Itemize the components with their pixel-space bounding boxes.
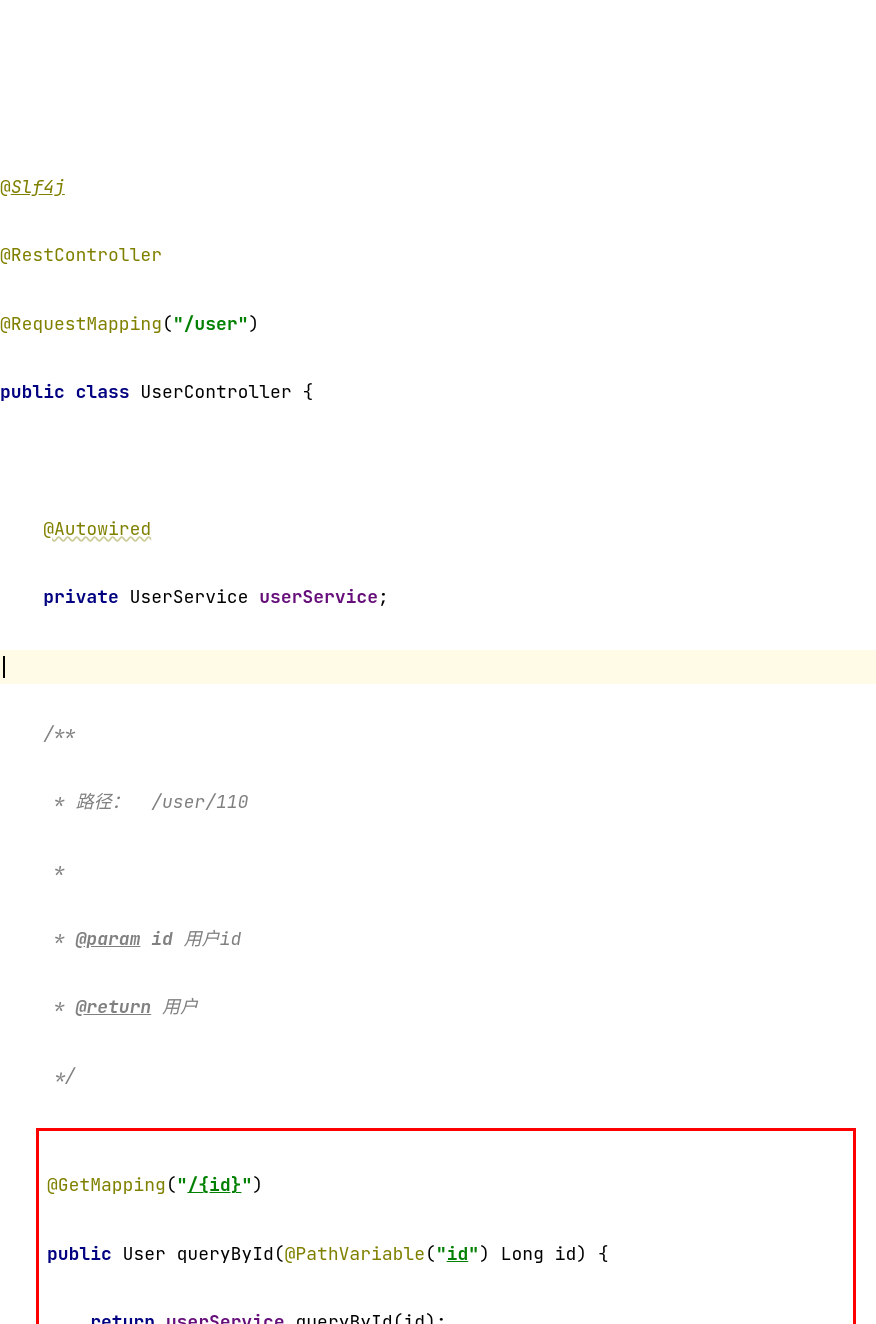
string-id-path: /{id}	[187, 1174, 241, 1197]
code-line: @RestController	[0, 239, 876, 273]
code-line: * @return 用户	[0, 991, 876, 1025]
code-line: @GetMapping("/{id}")	[47, 1169, 849, 1203]
code-line: /**	[0, 718, 876, 752]
code-editor: @Slf4j @RestController @RequestMapping("…	[0, 137, 876, 1324]
code-line: @Autowired	[0, 513, 876, 547]
keyword-return: return	[90, 1311, 155, 1324]
string-user-path: "/user"	[173, 313, 249, 336]
javadoc-start: /**	[0, 723, 76, 746]
annotation-slf4j: Slf4j	[11, 176, 65, 199]
javadoc-path: * 路径： /user/110	[0, 791, 248, 814]
code-line: */	[0, 1060, 876, 1094]
code-line: * 路径： /user/110	[0, 786, 876, 820]
code-line: @Slf4j	[0, 171, 876, 205]
code-line: @RequestMapping("/user")	[0, 308, 876, 342]
code-line: * @param id 用户id	[0, 923, 876, 957]
keyword-private: private	[43, 586, 119, 609]
code-line: *	[0, 855, 876, 889]
annotation-restcontroller: @RestController	[0, 244, 162, 267]
code-line: public User queryById(@PathVariable("id"…	[47, 1238, 849, 1272]
annotation-autowired: @Autowired	[43, 518, 151, 541]
annotation: @	[0, 176, 11, 199]
text-cursor	[3, 656, 5, 678]
code-line: return userService.queryById(id);	[47, 1306, 849, 1324]
annotation-getmapping: @GetMapping	[47, 1174, 166, 1197]
javadoc-param-tag: @param	[76, 928, 141, 951]
annotation-pathvariable: @PathVariable	[285, 1243, 425, 1266]
code-line	[0, 444, 876, 478]
highlight-box: @GetMapping("/{id}") public User queryBy…	[36, 1128, 856, 1324]
keyword-public: public	[0, 381, 65, 404]
javadoc-return-tag: @return	[76, 996, 152, 1019]
javadoc-end: */	[0, 1065, 76, 1088]
annotation-requestmapping: @RequestMapping	[0, 313, 162, 336]
field-userservice: userService	[259, 586, 378, 609]
cursor-line[interactable]	[0, 650, 876, 684]
code-line: public class UserController {	[0, 376, 876, 410]
keyword-class: class	[76, 381, 130, 404]
class-name: UserController	[130, 381, 303, 404]
code-line: private UserService userService;	[0, 581, 876, 615]
